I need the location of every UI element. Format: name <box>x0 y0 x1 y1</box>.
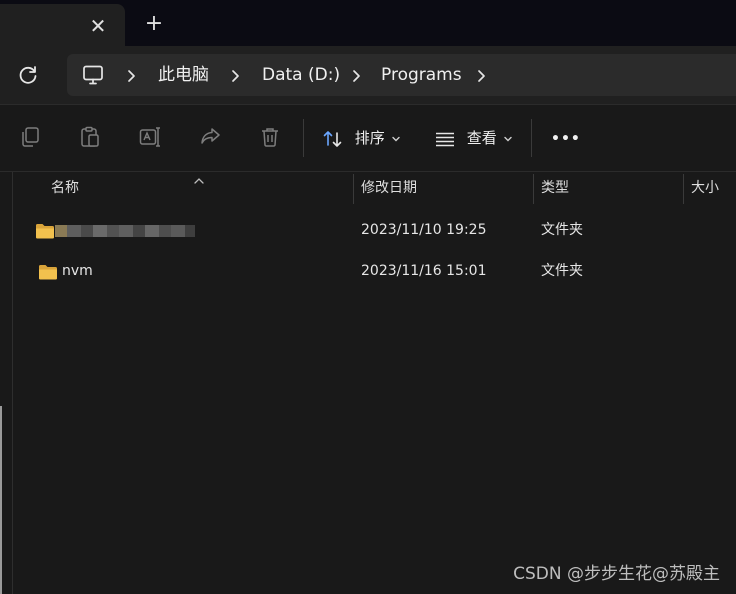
watermark: CSDN @步步生花@苏殿主 <box>513 564 720 584</box>
column-header: 名称 修改日期 类型 大小 <box>13 172 736 204</box>
folder-icon <box>38 264 58 280</box>
refresh-icon[interactable] <box>16 63 40 87</box>
obscured-file-name <box>55 225 205 237</box>
column-divider[interactable] <box>353 174 354 204</box>
toolbar-divider <box>303 119 304 157</box>
column-type[interactable]: 类型 <box>541 172 569 204</box>
view-icon <box>434 129 461 147</box>
breadcrumb[interactable]: 此电脑 Data (D:) Programs <box>67 54 736 96</box>
chevron-down-icon <box>502 129 514 147</box>
column-name[interactable]: 名称 <box>51 172 79 204</box>
column-modified[interactable]: 修改日期 <box>361 172 417 204</box>
breadcrumb-this-pc[interactable]: 此电脑 <box>158 54 209 96</box>
modified-date: 2023/11/16 15:01 <box>361 263 487 279</box>
view-button[interactable]: 查看 <box>434 119 514 157</box>
new-tab-button[interactable]: + <box>144 13 164 35</box>
sort-ascending-icon <box>193 171 205 184</box>
rename-icon[interactable] <box>138 125 162 149</box>
column-divider[interactable] <box>533 174 534 204</box>
chevron-right-icon[interactable] <box>349 68 363 82</box>
breadcrumb-programs[interactable]: Programs <box>381 54 462 96</box>
tab-strip: ✕ + <box>0 0 736 46</box>
navigation-scrollbar[interactable] <box>0 406 2 594</box>
column-size[interactable]: 大小 <box>691 172 719 204</box>
sort-icon <box>322 129 349 147</box>
breadcrumb-data-drive[interactable]: Data (D:) <box>262 54 340 96</box>
share-icon[interactable] <box>198 125 222 149</box>
chevron-right-icon[interactable] <box>474 68 488 82</box>
more-options-button[interactable]: ••• <box>551 119 581 157</box>
more-icon: ••• <box>551 131 581 147</box>
address-bar: 此电脑 Data (D:) Programs <box>0 46 736 105</box>
item-type: 文件夹 <box>541 222 583 238</box>
item-type: 文件夹 <box>541 263 583 279</box>
command-bar: 排序 查看 ••• <box>0 105 736 172</box>
sort-label: 排序 <box>354 129 385 147</box>
paste-icon[interactable] <box>78 125 102 149</box>
active-tab[interactable]: ✕ <box>0 4 125 46</box>
view-label: 查看 <box>466 129 497 147</box>
folder-icon <box>35 223 55 239</box>
delete-icon[interactable] <box>258 125 282 149</box>
toolbar-divider <box>531 119 532 157</box>
chevron-down-icon <box>390 129 402 147</box>
chevron-right-icon[interactable] <box>124 68 138 82</box>
column-divider[interactable] <box>683 174 684 204</box>
chevron-right-icon[interactable] <box>228 68 242 82</box>
copy-icon[interactable] <box>18 125 42 149</box>
file-row[interactable]: 2023/11/10 19:25 文件夹 <box>13 210 736 250</box>
close-tab-button[interactable]: ✕ <box>88 16 108 36</box>
this-pc-icon[interactable] <box>81 63 105 87</box>
file-name[interactable]: nvm <box>62 251 93 291</box>
file-row[interactable]: nvm 2023/11/16 15:01 文件夹 <box>13 251 736 291</box>
sort-button[interactable]: 排序 <box>322 119 402 157</box>
modified-date: 2023/11/10 19:25 <box>361 222 487 238</box>
